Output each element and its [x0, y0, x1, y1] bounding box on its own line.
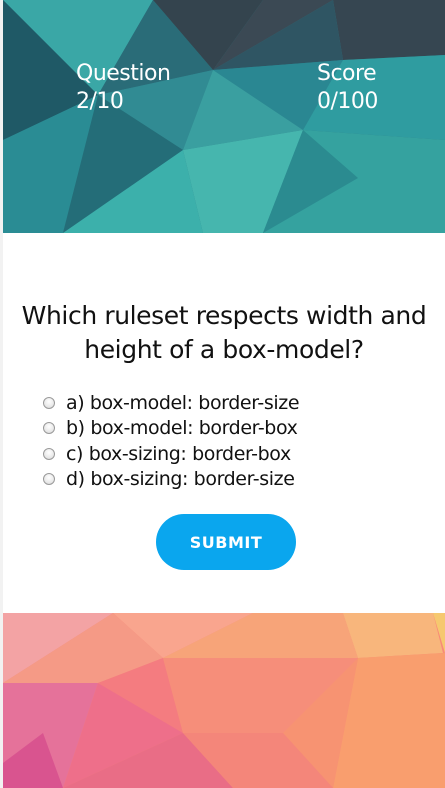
option-a[interactable]: a) box-model: border-size — [43, 390, 300, 416]
option-c[interactable]: c) box-sizing: border-box — [43, 441, 299, 467]
answer-options: a) box-model: border-size b) box-model: … — [43, 390, 300, 493]
score-counter: Score 0/100 — [317, 60, 378, 116]
coral-polygon-background — [3, 613, 445, 788]
question-card: Which ruleset respects width and height … — [3, 233, 445, 613]
submit-button[interactable]: SUBMIT — [156, 514, 296, 570]
option-b-radio[interactable] — [43, 422, 55, 435]
score-value: 0/100 — [317, 89, 378, 114]
teal-polygon-background — [3, 0, 445, 233]
option-d-label: d) box-sizing: border-size — [66, 468, 295, 491]
option-a-label: a) box-model: border-size — [66, 391, 300, 414]
option-d-radio[interactable] — [43, 473, 55, 486]
score-label: Score — [317, 61, 377, 86]
option-b[interactable]: b) box-model: border-box — [43, 416, 299, 442]
question-text: Which ruleset respects width and height … — [21, 301, 427, 364]
option-b-label: b) box-model: border-box — [66, 417, 298, 440]
quiz-page: Question 2/10 Score 0/100 Which ruleset … — [0, 0, 445, 788]
question-label: Question — [76, 61, 171, 86]
option-c-radio[interactable] — [43, 447, 55, 460]
option-c-label: c) box-sizing: border-box — [66, 442, 291, 465]
question-counter: Question 2/10 — [76, 60, 171, 116]
question-value: 2/10 — [76, 89, 124, 114]
bottom-banner — [3, 613, 445, 788]
option-a-radio[interactable] — [43, 396, 55, 409]
top-banner: Question 2/10 Score 0/100 — [3, 0, 445, 233]
option-d[interactable]: d) box-sizing: border-size — [43, 467, 299, 493]
